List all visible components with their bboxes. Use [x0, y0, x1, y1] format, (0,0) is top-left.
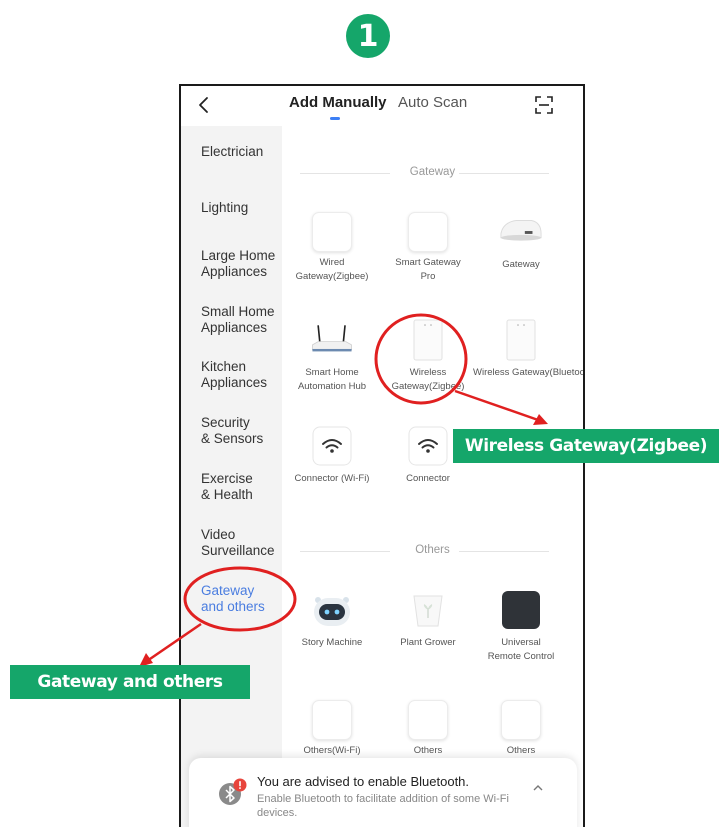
device-story-machine[interactable]: Story Machine: [284, 588, 380, 650]
plant-pot-icon: [406, 588, 450, 632]
sidebar-item-gateway-and-others[interactable]: Gateway and others: [201, 583, 265, 615]
sidebar-item-video-surveillance[interactable]: Video Surveillance: [201, 527, 275, 559]
device-connector-wifi[interactable]: Connector (Wi-Fi): [284, 424, 380, 486]
chevron-up-icon[interactable]: [532, 782, 544, 794]
device-wireless-gateway-bluetooth[interactable]: Wireless Gateway(Bluetoot: [473, 318, 583, 380]
wall-box-device-icon: [406, 318, 450, 362]
white-square-device-icon: [408, 700, 448, 740]
wall-box-device-icon: [499, 318, 543, 362]
white-square-device-icon: [312, 212, 352, 252]
bluetooth-banner[interactable]: You are advised to enable Bluetooth. Ena…: [189, 758, 577, 827]
router-device-icon: [310, 318, 354, 362]
device-universal-remote-control[interactable]: Universal Remote Control: [473, 588, 569, 664]
tab-auto-scan[interactable]: Auto Scan: [398, 94, 467, 111]
category-sidebar: Electrician Lighting Large Home Applianc…: [181, 126, 282, 827]
white-square-device-icon: [408, 212, 448, 252]
robot-speaker-icon: [310, 588, 354, 632]
section-title-gateway: Gateway: [282, 166, 583, 180]
tab-add-manually[interactable]: Add Manually: [289, 94, 387, 111]
device-smart-gateway-pro[interactable]: Smart Gateway Pro: [380, 212, 476, 284]
bluetooth-icon: [219, 778, 247, 805]
scan-icon[interactable]: [533, 94, 555, 116]
sidebar-item-exercise-health[interactable]: Exercise & Health: [201, 471, 253, 503]
sidebar-item-security-sensors[interactable]: Security & Sensors: [201, 415, 263, 447]
device-others-2[interactable]: Others: [473, 700, 569, 758]
device-grid-panel: Gateway Wired Gateway(Zigbee) Smart Gate…: [282, 126, 583, 827]
callout-gateway-and-others: Gateway and others: [10, 665, 250, 699]
bluetooth-banner-subtitle: Enable Bluetooth to facilitate addition …: [257, 793, 509, 819]
device-wired-gateway-zigbee[interactable]: Wired Gateway(Zigbee): [284, 212, 380, 284]
device-plant-grower[interactable]: Plant Grower: [380, 588, 476, 650]
wifi-icon: [310, 424, 354, 468]
flat-gateway-device-icon: [499, 210, 543, 254]
section-title-others: Others: [282, 544, 583, 558]
step-number-badge: 1: [346, 14, 390, 58]
sidebar-item-large-home-appliances[interactable]: Large Home Appliances: [201, 248, 275, 280]
active-tab-indicator: [330, 117, 340, 120]
wifi-icon: [406, 424, 450, 468]
callout-wireless-gateway-zigbee: Wireless Gateway(Zigbee): [453, 429, 719, 463]
device-others[interactable]: Others: [380, 700, 476, 758]
device-wireless-gateway-zigbee[interactable]: Wireless Gateway(Zigbee): [380, 318, 476, 394]
device-others-wifi[interactable]: Others(Wi-Fi): [284, 700, 380, 758]
sidebar-item-electrician[interactable]: Electrician: [201, 144, 263, 160]
remote-hub-icon: [499, 588, 543, 632]
sidebar-item-small-home-appliances[interactable]: Small Home Appliances: [201, 304, 275, 336]
chevron-left-icon[interactable]: [195, 95, 213, 115]
device-smart-home-automation-hub[interactable]: Smart Home Automation Hub: [284, 318, 380, 394]
white-square-device-icon: [312, 700, 352, 740]
sidebar-item-lighting[interactable]: Lighting: [201, 200, 248, 216]
device-gateway[interactable]: Gateway: [473, 210, 569, 272]
sidebar-item-kitchen-appliances[interactable]: Kitchen Appliances: [201, 359, 267, 391]
white-square-device-icon: [501, 700, 541, 740]
top-bar: Add Manually Auto Scan: [181, 86, 583, 126]
bluetooth-banner-title: You are advised to enable Bluetooth.: [257, 774, 470, 789]
